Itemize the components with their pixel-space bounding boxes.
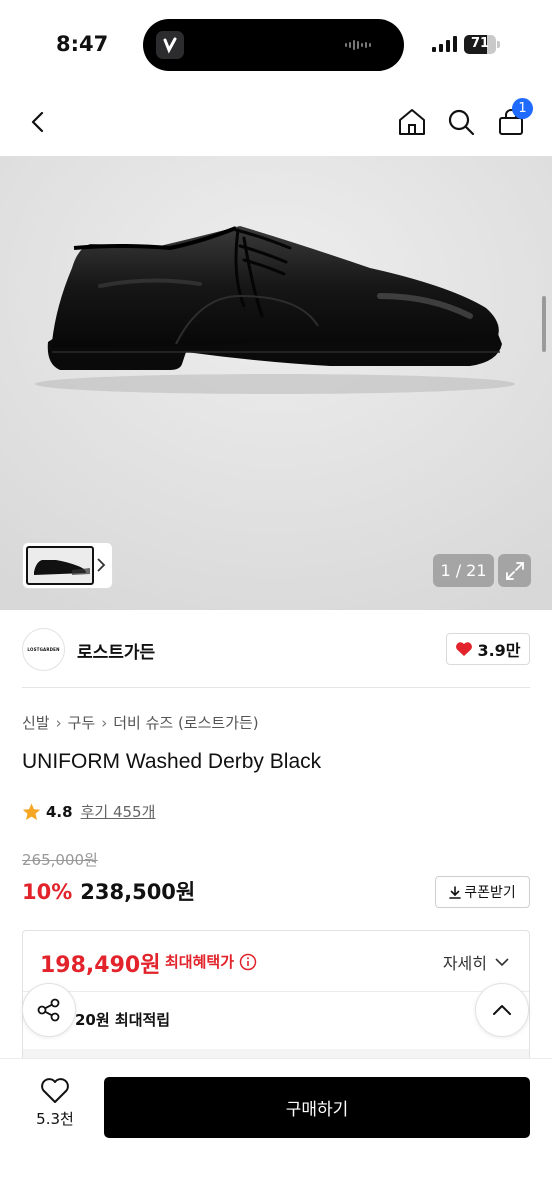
- share-button[interactable]: [22, 983, 76, 1037]
- brand-like-button[interactable]: 3.9만: [446, 633, 530, 665]
- breadcrumb-item[interactable]: 신발: [22, 712, 50, 733]
- scroll-indicator: [542, 296, 546, 352]
- brand-name[interactable]: 로스트가든: [77, 638, 155, 663]
- price-row: 10% 238,500원: [22, 876, 195, 906]
- max-benefit-label: 최대혜택가: [165, 951, 257, 972]
- battery-icon: 71: [464, 35, 500, 54]
- cart-button[interactable]: 1: [491, 98, 533, 142]
- original-price: 265,000원: [22, 851, 98, 869]
- home-button[interactable]: [392, 102, 432, 142]
- chevron-down-icon: [495, 957, 509, 966]
- battery-text: 71: [470, 36, 490, 51]
- coupon-button[interactable]: 쿠폰받기: [435, 876, 530, 908]
- home-icon: [399, 109, 425, 135]
- scroll-to-top-button[interactable]: [475, 983, 529, 1037]
- brand-like-count: 3.9만: [477, 641, 521, 660]
- heart-filled-icon: [456, 642, 473, 656]
- chevron-up-icon: [493, 1005, 511, 1015]
- status-time: 8:47: [56, 32, 109, 56]
- breadcrumb: 신발 › 구두 › 더비 슈즈 (로스트가든): [22, 712, 259, 733]
- info-icon[interactable]: [239, 953, 257, 971]
- expand-icon: [505, 561, 524, 580]
- signal-icon: [432, 36, 457, 52]
- divider: [23, 991, 529, 992]
- benefit-detail-button[interactable]: 자세히: [443, 950, 509, 974]
- share-icon: [37, 998, 60, 1022]
- points-text: 20원 최대적립: [75, 1011, 171, 1029]
- app-icon: [156, 31, 184, 59]
- image-counter: 1 / 21: [433, 554, 494, 587]
- buy-button[interactable]: 구매하기: [104, 1077, 530, 1138]
- chevron-left-icon: [31, 111, 44, 133]
- breadcrumb-item[interactable]: 구두: [68, 712, 96, 733]
- chevron-right-icon: [97, 558, 106, 572]
- cart-badge: 1: [512, 98, 533, 119]
- brand-row[interactable]: LOSTGARDEN 로스트가든 3.9만: [22, 626, 530, 688]
- bottom-action-bar: 5.3천 구매하기: [0, 1058, 552, 1200]
- benefit-box: 198,490원 최대혜택가 자세히 20원 최대적립: [22, 930, 530, 1065]
- max-benefit-price: 198,490원: [40, 953, 161, 978]
- audio-wave-icon: [345, 40, 371, 50]
- thumbnail-image[interactable]: [26, 546, 94, 585]
- max-benefit-text: 최대혜택가: [165, 953, 235, 971]
- brand-logo[interactable]: LOSTGARDEN: [22, 628, 65, 671]
- wishlist-button[interactable]: 5.3천: [22, 1077, 88, 1141]
- product-title: UNIFORM Washed Derby Black: [22, 750, 322, 773]
- breadcrumb-separator: ›: [55, 713, 62, 732]
- sale-price: 238,500원: [80, 880, 196, 904]
- benefit-detail-label: 자세히: [442, 954, 487, 973]
- thumbnail-strip[interactable]: [22, 542, 113, 589]
- rating-row: 4.8 후기 455개: [22, 801, 155, 822]
- top-nav: 1: [0, 88, 552, 156]
- wishlist-count: 5.3천: [36, 1110, 74, 1128]
- review-link[interactable]: 후기 455개: [81, 801, 156, 822]
- breadcrumb-item[interactable]: 더비 슈즈 (로스트가든): [113, 712, 258, 733]
- coupon-label: 쿠폰받기: [464, 885, 516, 901]
- back-button[interactable]: [18, 102, 58, 142]
- expand-button[interactable]: [498, 554, 531, 587]
- star-icon: [22, 802, 41, 820]
- status-bar: 8:47 71: [0, 0, 552, 88]
- product-gallery[interactable]: 1 / 21: [0, 156, 552, 610]
- discount-rate: 10%: [22, 880, 73, 904]
- download-icon: [449, 885, 462, 899]
- search-button[interactable]: [441, 102, 481, 142]
- heart-outline-icon: [41, 1078, 69, 1103]
- rating-value: 4.8: [46, 802, 73, 821]
- search-icon: [448, 109, 475, 136]
- dynamic-island: [143, 19, 404, 71]
- breadcrumb-separator: ›: [101, 713, 108, 732]
